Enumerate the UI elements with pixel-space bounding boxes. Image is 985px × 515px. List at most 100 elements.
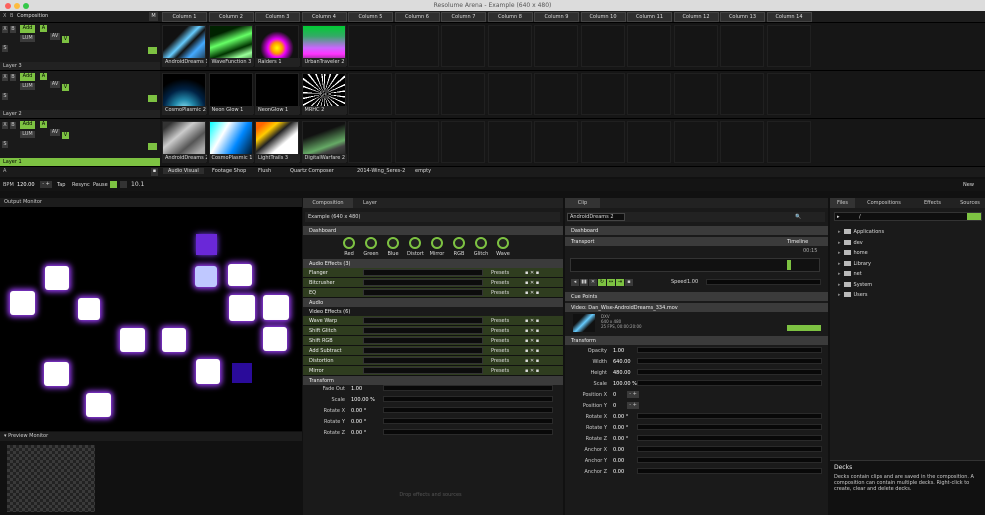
file-item[interactable]: ▸ home [838,249,868,258]
presets-button[interactable]: Presets [491,268,509,278]
effect-slider[interactable] [363,317,483,324]
empty-clip-slot[interactable] [487,121,532,163]
empty-clip-slot[interactable] [394,121,439,163]
deck-tab[interactable]: Audio Visual [163,168,204,174]
effect-toggles[interactable]: ▪ ✕ ▪ [525,356,539,366]
effect-row[interactable]: Bitcrusher Presets ▪ ✕ ▪ [303,278,563,288]
effect-toggles[interactable]: ▪ ✕ ▪ [525,288,539,298]
deck-tab[interactable]: Flush [258,168,271,174]
clip-param-value[interactable]: 480.00 [613,370,631,376]
effect-slider[interactable] [363,347,483,354]
column-header[interactable]: Column 10 [580,12,626,22]
position-stepper[interactable]: - + [627,402,639,409]
tab-sources[interactable]: Sources [955,198,985,208]
effect-toggles[interactable]: ▪ ✕ ▪ [525,366,539,376]
video-source-section[interactable]: Video: Dan_Wise-AndroidDreams_334.mov [565,303,828,312]
layer-blend-add[interactable]: Add [20,73,35,81]
clip-param-slider[interactable] [637,468,822,474]
knob[interactable] [453,237,465,249]
column-header[interactable]: Column 2 [208,12,254,22]
effect-row[interactable]: Shift Glitch Presets ▪ ✕ ▪ [303,326,563,336]
transport-button[interactable]: ↻ [598,279,606,286]
file-item[interactable]: ▸ System [838,281,872,290]
knob[interactable] [431,237,443,249]
clip-param-slider[interactable] [637,424,822,430]
empty-clip-slot[interactable] [627,121,671,163]
tap-button[interactable]: Tap [57,182,65,188]
fade_out-slider[interactable] [383,385,553,391]
presets-button[interactable]: Presets [491,336,509,346]
clip-param-value[interactable]: 640.00 [613,359,631,365]
tab-effects[interactable]: Effects [920,198,945,208]
empty-clip-slot[interactable] [534,25,578,67]
speed-slider[interactable] [706,279,821,285]
clip-name-field[interactable]: AndroidDreams 2 [567,213,625,221]
layer-a-button[interactable]: A [40,73,47,80]
empty-clip-slot[interactable] [766,121,811,163]
scale-slider[interactable] [383,396,553,402]
clip-dashboard-section[interactable]: Dashboard [565,226,828,235]
knob[interactable] [365,237,377,249]
clip-thumbnail[interactable]: CosmoPlasmic 1 [208,121,254,163]
column-header[interactable]: Column 12 [673,12,719,22]
transform-section[interactable]: Transform [303,376,563,385]
column-header[interactable]: Column 13 [720,12,765,22]
clip-param-slider[interactable] [637,457,822,463]
clip-thumbnail[interactable]: AndroidDreams 1 [162,25,207,67]
timeline-dropdown[interactable]: Timeline [787,237,808,247]
presets-button[interactable]: Presets [491,316,509,326]
clip-param-slider[interactable] [637,380,822,386]
empty-clip-slot[interactable] [348,25,392,67]
knob[interactable] [343,237,355,249]
clip-param-slider[interactable] [637,413,822,419]
transport-button[interactable]: ▪ [625,279,633,286]
effect-row[interactable]: Wave Warp Presets ▪ ✕ ▪ [303,316,563,326]
transport-button[interactable]: ⇥ [616,279,624,286]
clip-thumbnail[interactable]: AndroidDreams 2 [162,121,207,163]
clip-param-value[interactable]: 1.00 [613,348,624,354]
empty-clip-slot[interactable] [627,25,671,67]
clip-param-value[interactable]: 0.00 [613,458,624,464]
effect-slider[interactable] [363,289,483,296]
effect-row[interactable]: Flanger Presets ▪ ✕ ▪ [303,268,563,278]
column-header[interactable]: Column 6 [394,12,440,22]
presets-button[interactable]: Presets [491,356,509,366]
effect-toggles[interactable]: ▪ ✕ ▪ [525,316,539,326]
transport-button[interactable]: ↔ [607,279,615,286]
empty-clip-slot[interactable] [673,25,718,67]
effect-row[interactable]: Mirror Presets ▪ ✕ ▪ [303,366,563,376]
clip-thumbnail[interactable]: WaveFunction 3 [208,25,254,67]
empty-clip-slot[interactable] [348,73,392,115]
layer-a-button[interactable]: A [40,25,47,32]
transport-button[interactable]: ◂ [571,279,579,286]
empty-clip-slot[interactable] [766,73,811,115]
clip-param-value[interactable]: 0.00 ° [613,414,628,420]
composition-b-button[interactable]: B [10,13,13,19]
clip-thumbnail[interactable]: MRHC 2 [301,73,347,115]
empty-clip-slot[interactable] [534,121,578,163]
transport-button[interactable]: ✕ [589,279,597,286]
close-window-button[interactable] [5,3,11,9]
transport-button[interactable]: ▮▮ [580,279,588,286]
empty-clip-slot[interactable] [394,73,439,115]
clip-param-value[interactable]: 100.00 % [613,381,637,387]
clip-param-value[interactable]: 0.00 [613,469,624,475]
composition-name[interactable]: Example (640 x 480) [305,212,560,222]
clip-thumbnail[interactable]: NeonGlow 1 [255,73,300,115]
column-header[interactable]: Column 3 [255,12,300,22]
tab-files[interactable]: Files [830,198,855,208]
empty-clip-slot[interactable] [673,121,718,163]
column-header[interactable]: Column 7 [441,12,486,22]
effect-toggles[interactable]: ▪ ✕ ▪ [525,326,539,336]
column-header[interactable]: Column 1 [162,12,207,22]
column-header[interactable]: Column 5 [348,12,393,22]
layer-name[interactable]: Layer 2 [0,110,160,118]
layer-x-button[interactable]: X [2,122,8,129]
layer-x-button[interactable]: X [2,26,8,33]
file-item[interactable]: ▸ net [838,270,862,279]
clip-param-slider[interactable] [637,435,822,441]
presets-button[interactable]: Presets [491,288,509,298]
empty-clip-slot[interactable] [441,73,485,115]
file-item[interactable]: ▸ Library [838,260,871,269]
deck-tab[interactable]: Quartz Composer [290,168,334,174]
